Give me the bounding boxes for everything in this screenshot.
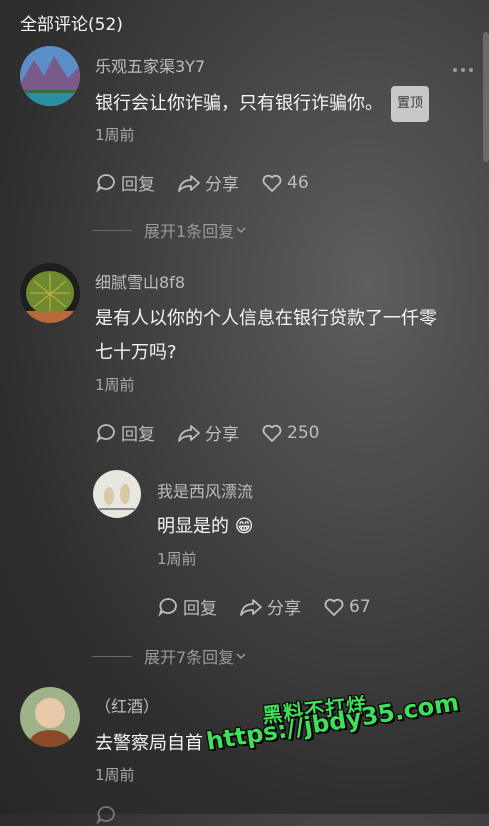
comments-header-title: 全部评论(52) <box>20 15 123 35</box>
reply-button[interactable]: 回复 <box>157 594 217 619</box>
heart-icon <box>262 424 282 442</box>
share-button[interactable]: 分享 <box>177 170 239 195</box>
like-count: 46 <box>287 172 309 193</box>
reply-label: 回复 <box>121 425 155 445</box>
expand-label: 展开1条回复 <box>144 222 235 241</box>
reply-label: 回复 <box>183 599 217 619</box>
more-icon[interactable] <box>453 68 473 72</box>
reply-time: 1周前 <box>157 550 197 568</box>
like-button[interactable]: 250 <box>261 422 319 444</box>
comment-text: 去警察局自首 <box>95 733 203 754</box>
reply-button[interactable] <box>95 804 121 826</box>
heart-icon <box>324 598 344 616</box>
expand-label: 展开7条回复 <box>144 648 235 667</box>
comment-time: 1周前 <box>95 126 135 144</box>
share-button[interactable]: 分享 <box>177 420 239 445</box>
share-icon <box>178 424 200 442</box>
reply-label: 回复 <box>121 175 155 195</box>
share-label: 分享 <box>267 599 301 619</box>
reply-icon <box>96 806 115 825</box>
scrollbar[interactable] <box>483 32 489 162</box>
reply-text-body: 明显是的 <box>157 516 229 537</box>
avatar[interactable] <box>20 263 80 323</box>
like-count: 250 <box>287 422 320 443</box>
comment-text: 银行会让你诈骗，只有银行诈骗你。 置顶 <box>95 86 430 122</box>
chevron-down-icon <box>236 227 246 234</box>
reply-icon <box>96 423 115 443</box>
comment-time: 1周前 <box>95 376 135 394</box>
avatar[interactable] <box>20 46 80 106</box>
like-count: 67 <box>349 596 371 617</box>
reply-icon <box>96 173 115 193</box>
avatar[interactable] <box>93 470 141 518</box>
reply-text: 明显是的 😁 <box>157 510 254 544</box>
comment-text: 是有人以你的个人信息在银行贷款了一仟零 <box>95 308 437 329</box>
comment-text-body: 银行会让你诈骗，只有银行诈骗你。 <box>95 93 383 114</box>
like-button[interactable]: 67 <box>323 596 371 618</box>
share-label: 分享 <box>205 425 239 445</box>
pinned-badge: 置顶 <box>391 86 430 122</box>
comment-actions: 回复 分享 250 <box>95 420 341 445</box>
comment-username[interactable]: 细腻雪山8f8 <box>95 269 185 293</box>
comment-username[interactable]: 乐观五家渠3Y7 <box>95 53 205 77</box>
share-button[interactable]: 分享 <box>239 594 301 619</box>
reply-button[interactable]: 回复 <box>95 420 155 445</box>
comment-text-line2: 七十万吗? <box>95 342 177 363</box>
comment-actions <box>95 804 143 826</box>
avatar[interactable] <box>20 687 80 747</box>
comment-time: 1周前 <box>95 766 135 784</box>
expand-replies-button[interactable]: 展开7条回复 <box>92 644 248 668</box>
reply-button[interactable]: 回复 <box>95 170 155 195</box>
share-icon <box>178 174 200 192</box>
reply-actions: 回复 分享 67 <box>157 594 393 619</box>
reply-username[interactable]: 我是西风漂流 <box>157 478 253 502</box>
comment-username[interactable]: （红酒） <box>95 693 159 717</box>
comment-actions: 回复 分享 46 <box>95 170 331 195</box>
share-icon <box>240 598 262 616</box>
expand-replies-button[interactable]: 展开1条回复 <box>92 218 248 242</box>
grin-emoji: 😁 <box>234 516 254 537</box>
chevron-down-icon <box>236 653 246 660</box>
like-button[interactable]: 46 <box>261 172 309 194</box>
reply-icon <box>158 597 177 617</box>
divider <box>92 655 132 657</box>
divider <box>92 229 132 231</box>
heart-icon <box>262 174 282 192</box>
share-label: 分享 <box>205 175 239 195</box>
